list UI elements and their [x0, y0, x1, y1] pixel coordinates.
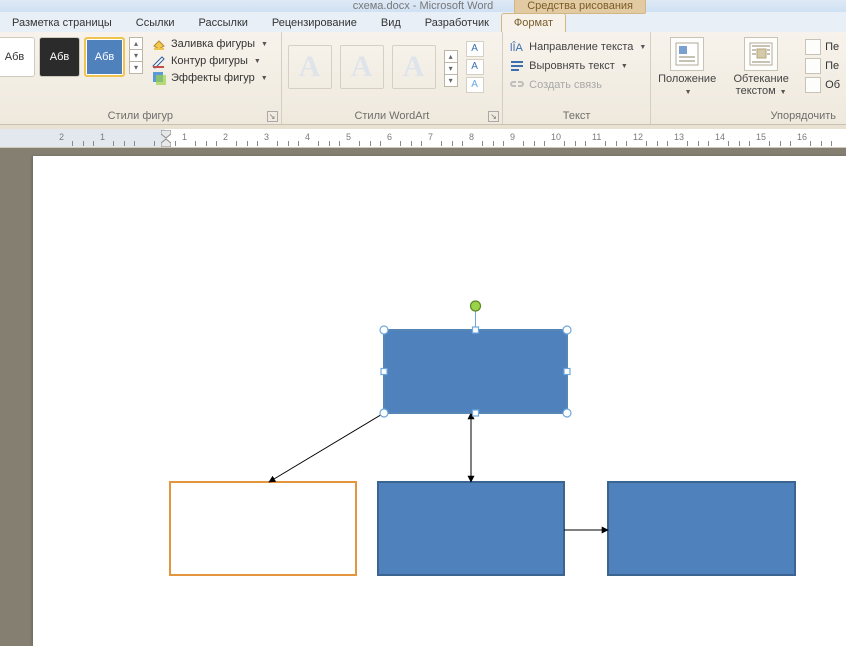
ribbon-tabs: Разметка страницы Ссылки Рассылки Реценз…: [0, 12, 846, 32]
dropdown-icon: ▼: [621, 63, 628, 70]
group-arrange: Положение▼ Обтекание текстом ▼ Пе Пе Об …: [651, 32, 846, 124]
ribbon: Абв Абв Абв ▴ ▾ ▾ Заливка фигуры▼: [0, 32, 846, 125]
wordart-swatch-3[interactable]: A: [392, 45, 436, 89]
dropdown-icon: ▼: [778, 89, 787, 96]
text-effects-button[interactable]: A: [466, 77, 484, 93]
bring-forward-button[interactable]: Пе: [805, 39, 840, 55]
title-text: схема.docx - Microsoft Word: [353, 0, 494, 12]
shape-rect-selected[interactable]: [384, 330, 567, 413]
send-backward-button[interactable]: Пе: [805, 58, 840, 74]
titlebar: схема.docx - Microsoft Word: [0, 0, 846, 12]
tab-developer[interactable]: Разработчик: [413, 14, 501, 32]
wordart-gallery-scroll[interactable]: ▴ ▾ ▾: [444, 50, 458, 86]
shape-rect-middle[interactable]: [378, 482, 564, 575]
align-text-button[interactable]: Выровнять текст▼: [509, 58, 644, 74]
dropdown-icon: ▼: [254, 58, 261, 65]
effects-icon: [151, 70, 167, 86]
group-label-shape-styles: Стили фигур: [6, 110, 275, 123]
tab-mailings[interactable]: Рассылки: [187, 14, 260, 32]
dropdown-icon: ▼: [261, 75, 268, 82]
text-fill-button[interactable]: A: [466, 41, 484, 57]
text-direction-button[interactable]: lÎA Направление текста▼: [509, 39, 644, 55]
link-icon: [509, 77, 525, 93]
bring-forward-icon: [805, 39, 821, 55]
position-button[interactable]: Положение▼: [657, 37, 717, 99]
wordart-swatch-1[interactable]: A: [288, 45, 332, 89]
dropdown-icon: ▼: [685, 89, 692, 96]
diagram-canvas[interactable]: [33, 156, 846, 646]
group-wordart-styles: A A A ▴ ▾ ▾ A A A Стили WordArt ↘: [282, 32, 504, 124]
wrap-text-button[interactable]: Обтекание текстом ▼: [731, 37, 791, 99]
align-text-icon: [509, 58, 525, 74]
text-outline-button[interactable]: A: [466, 59, 484, 75]
paint-bucket-icon: [151, 36, 167, 52]
shape-style-swatch-3-selected[interactable]: Абв: [84, 37, 125, 77]
create-link-button: Создать связь: [509, 77, 644, 93]
shape-rect-right[interactable]: [608, 482, 795, 575]
wrap-text-icon: [744, 37, 778, 71]
group-label-wordart: Стили WordArt: [288, 110, 497, 123]
tab-page-layout[interactable]: Разметка страницы: [0, 14, 124, 32]
shape-style-swatch-1[interactable]: Абв: [0, 37, 35, 77]
shape-style-swatch-2[interactable]: Абв: [39, 37, 80, 77]
chevron-more-icon[interactable]: ▾: [129, 61, 143, 74]
tab-review[interactable]: Рецензирование: [260, 14, 369, 32]
tab-view[interactable]: Вид: [369, 14, 413, 32]
shape-rect-orange[interactable]: [170, 482, 356, 575]
tab-references[interactable]: Ссылки: [124, 14, 187, 32]
position-icon: [670, 37, 704, 71]
text-direction-icon: lÎA: [509, 39, 525, 55]
group-label-arrange: Упорядочить: [657, 110, 840, 123]
shape-effects-button[interactable]: Эффекты фигур▼: [151, 70, 268, 86]
tab-format[interactable]: Формат: [501, 13, 566, 32]
group-shape-styles: Абв Абв Абв ▴ ▾ ▾ Заливка фигуры▼: [0, 32, 282, 124]
selection-pane-icon: [805, 77, 821, 93]
workspace: [0, 148, 846, 646]
pen-outline-icon: [151, 53, 167, 69]
group-text: lÎA Направление текста▼ Выровнять текст▼…: [503, 32, 651, 124]
dropdown-icon: ▼: [261, 41, 268, 48]
selection-pane-button[interactable]: Об: [805, 77, 840, 93]
chevron-more-icon[interactable]: ▾: [444, 74, 458, 87]
shape-style-gallery-scroll[interactable]: ▴ ▾ ▾: [129, 37, 143, 73]
dialog-launcher-icon[interactable]: ↘: [488, 111, 499, 122]
shape-fill-button[interactable]: Заливка фигуры▼: [151, 36, 268, 52]
horizontal-ruler[interactable]: 2112345678910111213141516: [0, 129, 846, 148]
connector-diagonal[interactable]: [269, 413, 384, 482]
dropdown-icon: ▼: [639, 44, 646, 51]
document-page[interactable]: [33, 156, 846, 646]
dialog-launcher-icon[interactable]: ↘: [267, 111, 278, 122]
send-backward-icon: [805, 58, 821, 74]
shape-outline-button[interactable]: Контур фигуры▼: [151, 53, 268, 69]
contextual-tab-label: Средства рисования: [514, 0, 646, 14]
svg-text:lÎA: lÎA: [510, 41, 524, 54]
wordart-swatch-2[interactable]: A: [340, 45, 384, 89]
group-label-text: Текст: [509, 110, 644, 123]
